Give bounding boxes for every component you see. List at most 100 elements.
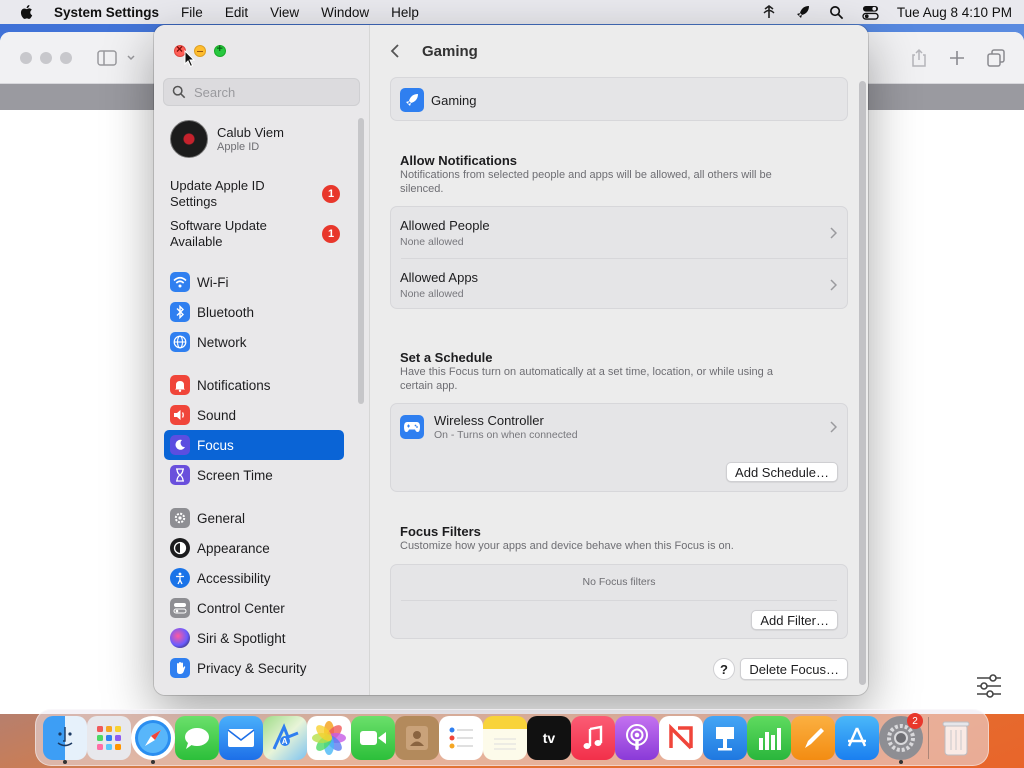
- dock-maps[interactable]: A: [263, 709, 307, 766]
- bg-zoom-button[interactable]: [60, 52, 72, 64]
- allowed-people-row[interactable]: Allowed People None allowed: [391, 207, 847, 258]
- sidebar-item-siri-spotlight[interactable]: Siri & Spotlight: [164, 623, 344, 653]
- sidebar-item-label: Appearance: [197, 540, 270, 556]
- globe-icon: [170, 332, 190, 352]
- spotlight-search-icon[interactable]: [829, 5, 844, 20]
- help-button[interactable]: ?: [713, 658, 735, 680]
- sidebar-item-accessibility[interactable]: Accessibility: [164, 563, 344, 593]
- dock-safari[interactable]: [131, 709, 175, 766]
- bg-close-button[interactable]: [20, 52, 32, 64]
- system-settings-window: Calub Viem Apple ID Update Apple ID Sett…: [154, 25, 868, 695]
- dock-photos[interactable]: [307, 709, 351, 766]
- accessibility-icon: [170, 568, 190, 588]
- dock-messages[interactable]: [175, 709, 219, 766]
- rocket-focus-icon[interactable]: [795, 4, 811, 20]
- dock-keynote[interactable]: [703, 709, 747, 766]
- sidebar-item-privacy-security[interactable]: Privacy & Security: [164, 653, 344, 683]
- content-scrollbar[interactable]: [859, 81, 866, 685]
- dock-reminders[interactable]: [439, 709, 483, 766]
- allowed-apps-row[interactable]: Allowed Apps None allowed: [391, 259, 847, 310]
- allowed-people-subtitle: None allowed: [400, 236, 464, 248]
- sidebar-item-notifications[interactable]: Notifications: [164, 370, 344, 400]
- dock-numbers[interactable]: [747, 709, 791, 766]
- sidebar-item-network[interactable]: Network: [164, 327, 344, 357]
- dock-podcasts[interactable]: [615, 709, 659, 766]
- sidebar-item-focus[interactable]: Focus: [164, 430, 344, 460]
- dock-notes[interactable]: [483, 709, 527, 766]
- zoom-button[interactable]: [214, 43, 226, 57]
- menu-help[interactable]: Help: [391, 5, 419, 20]
- tab-overview-icon[interactable]: [986, 48, 1006, 68]
- gear-icon: [170, 508, 190, 528]
- rocket-icon: [400, 88, 424, 112]
- allowed-apps-subtitle: None allowed: [400, 288, 464, 300]
- share-icon[interactable]: [910, 48, 928, 68]
- delete-focus-button[interactable]: Delete Focus…: [740, 658, 848, 680]
- sidebar-item-label: Focus: [197, 437, 234, 453]
- focus-filters-description: Customize how your apps and device behav…: [400, 540, 734, 552]
- sidebar-item-appearance[interactable]: Appearance: [164, 533, 344, 563]
- dock-system-settings[interactable]: 2: [879, 709, 923, 766]
- menu-edit[interactable]: Edit: [225, 5, 248, 20]
- dock-tv[interactable]: tv: [527, 709, 571, 766]
- dock-contacts[interactable]: [395, 709, 439, 766]
- content-header: Gaming: [370, 25, 868, 77]
- svg-text:A: A: [282, 737, 288, 746]
- wireless-controller-row[interactable]: Wireless Controller On - Turns on when c…: [391, 404, 847, 450]
- menu-window[interactable]: Window: [321, 5, 369, 20]
- sidebar-item-label: Wi-Fi: [197, 274, 229, 290]
- software-update-item[interactable]: Software Update Available 1: [170, 218, 340, 250]
- dock-trash[interactable]: [934, 709, 978, 766]
- menu-app-name[interactable]: System Settings: [54, 5, 159, 20]
- search-field[interactable]: [163, 78, 360, 106]
- notification-badge: 1: [322, 225, 340, 243]
- control-center-icon[interactable]: [862, 5, 879, 20]
- profile-text: Calub Viem Apple ID: [217, 125, 284, 153]
- apple-id-profile[interactable]: Calub Viem Apple ID: [170, 119, 356, 159]
- dock-facetime[interactable]: [351, 709, 395, 766]
- dock-app-store[interactable]: [835, 709, 879, 766]
- sidebar-item-screen-time[interactable]: Screen Time: [164, 460, 344, 490]
- search-input[interactable]: [194, 84, 344, 100]
- dock-news[interactable]: [659, 709, 703, 766]
- sidebar-item-bluetooth[interactable]: Bluetooth: [164, 297, 344, 327]
- focus-detail-pane: Gaming Gaming Allow Notifications Notifi…: [370, 25, 868, 695]
- news-icon: [659, 715, 703, 760]
- sidebar-toggle-icon[interactable]: [96, 48, 140, 68]
- control-center-icon: [170, 598, 190, 618]
- add-filter-button[interactable]: Add Filter…: [751, 610, 838, 630]
- allowed-people-title: Allowed People: [400, 218, 490, 233]
- no-filters-text: No Focus filters: [582, 576, 656, 588]
- new-tab-plus-icon[interactable]: [948, 48, 966, 68]
- profile-name: Calub Viem: [217, 125, 284, 140]
- menu-view[interactable]: View: [270, 5, 299, 20]
- sidebar-item-control-center[interactable]: Control Center: [164, 593, 344, 623]
- update-apple-id-item[interactable]: Update Apple ID Settings 1: [170, 178, 340, 210]
- dock-music[interactable]: [571, 709, 615, 766]
- sidebar-item-wifi[interactable]: Wi-Fi: [164, 267, 344, 297]
- sidebar-scrollbar[interactable]: [358, 118, 364, 404]
- contacts-icon: [395, 715, 439, 760]
- profile-subtitle: Apple ID: [217, 141, 260, 153]
- back-button[interactable]: [390, 41, 404, 61]
- dock-launchpad[interactable]: [87, 709, 131, 766]
- menu-clock[interactable]: Tue Aug 8 4:10 PM: [897, 5, 1012, 20]
- apple-logo-icon[interactable]: [18, 3, 36, 21]
- dock-mail[interactable]: [219, 709, 263, 766]
- dock-pages[interactable]: [791, 709, 835, 766]
- add-schedule-button[interactable]: Add Schedule…: [726, 462, 838, 482]
- mail-icon: [219, 715, 263, 760]
- sliders-icon[interactable]: [976, 674, 1002, 698]
- sidebar-item-sound[interactable]: Sound: [164, 400, 344, 430]
- podcasts-icon: [615, 715, 659, 760]
- moon-icon: [170, 435, 190, 455]
- sidebar-item-general[interactable]: General: [164, 503, 344, 533]
- game-controller-icon: [400, 415, 424, 439]
- bg-minimize-button[interactable]: [40, 52, 52, 64]
- focus-name-card[interactable]: Gaming: [390, 77, 848, 121]
- menu-file[interactable]: File: [181, 5, 203, 20]
- dock-finder[interactable]: [43, 709, 87, 766]
- airdrop-status-icon[interactable]: [761, 4, 777, 20]
- software-update-label: Software Update Available: [170, 218, 267, 249]
- schedule-description: Have this Focus turn on automatically at…: [400, 366, 773, 392]
